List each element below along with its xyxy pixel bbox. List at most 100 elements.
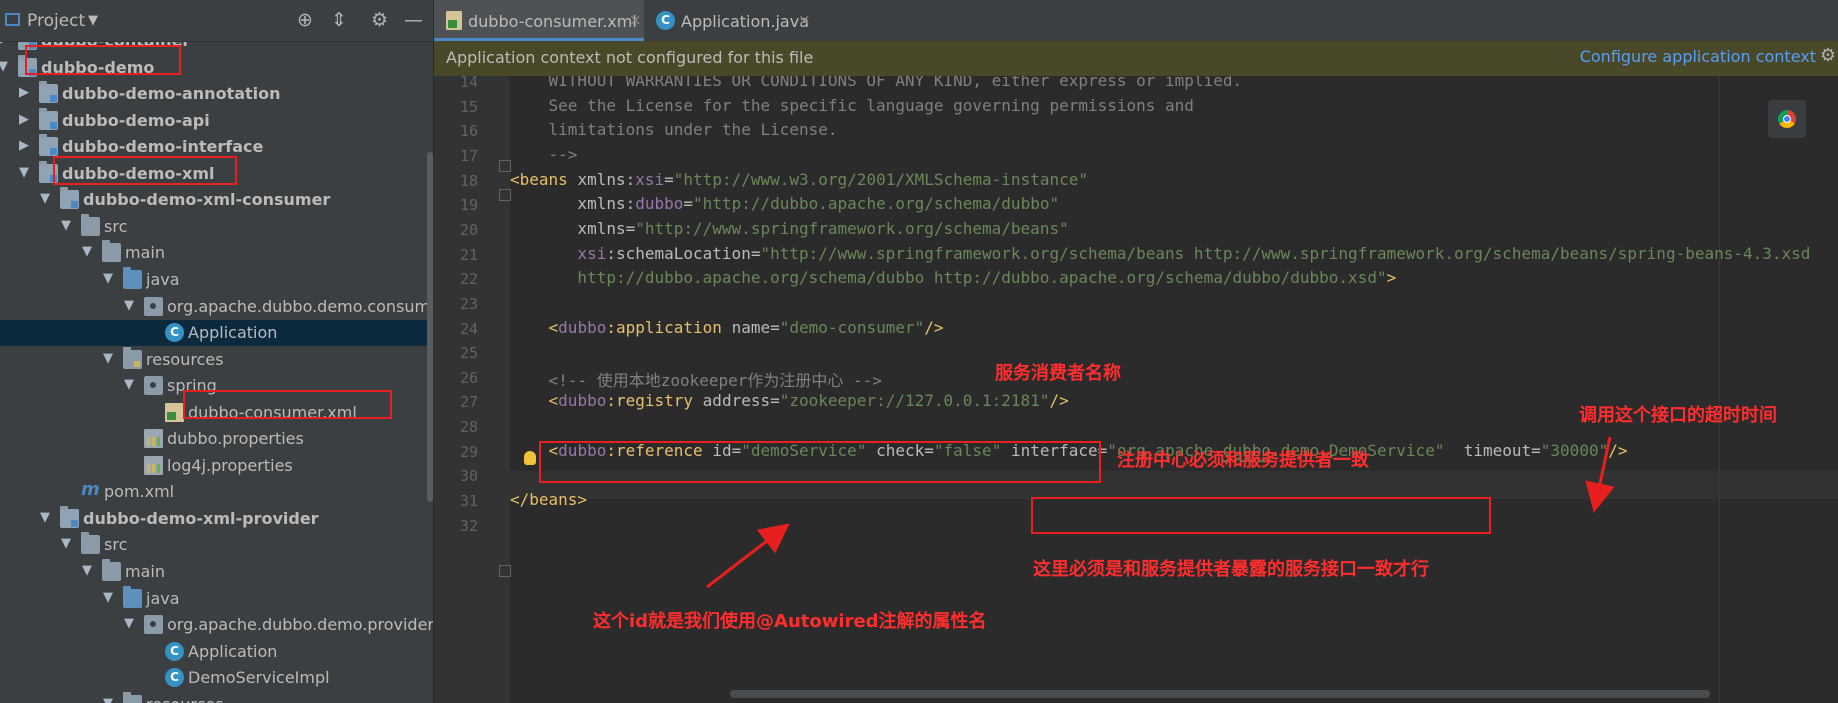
code-token: >: [1386, 268, 1397, 288]
tree-item[interactable]: ▼ resources: [0, 691, 433, 703]
tree-item[interactable]: ▼ resources: [0, 346, 433, 373]
tree-item[interactable]: ▼ dubbo-demo-xml-consumer: [0, 187, 433, 213]
chevron-down-icon[interactable]: ▼: [40, 510, 50, 525]
tree-item-label: resources: [146, 695, 224, 703]
tree-item[interactable]: ▼ main: [0, 240, 433, 266]
resources-folder-icon: [123, 691, 142, 703]
tree-item[interactable]: ▼ dubbo-demo-xml-provider: [0, 505, 433, 532]
chevron-down-icon[interactable]: ▼: [88, 13, 98, 28]
browser-preview-icon[interactable]: [1768, 100, 1806, 138]
code-token: :schemaLocation=: [606, 243, 761, 263]
highlight-box-interface: [1031, 497, 1491, 534]
code-line[interactable]: <dubbo:application name="demo-consumer"/…: [510, 318, 944, 346]
locate-icon[interactable]: ⊕: [297, 9, 313, 31]
chevron-down-icon[interactable]: ▼: [124, 616, 134, 631]
tree-item-label: src: [104, 216, 128, 236]
banner-message: Application context not configured for t…: [446, 48, 814, 67]
code-token: "http://www.springframework.org/schema/b…: [760, 243, 1811, 263]
package-icon: [144, 615, 163, 635]
line-number: 15: [459, 97, 478, 116]
code-token: />: [1608, 440, 1628, 460]
lightbulb-icon[interactable]: [524, 451, 536, 465]
tree-item[interactable]: ▼ src: [0, 532, 433, 558]
tree-item[interactable]: C DemoServiceImpl: [0, 665, 433, 691]
chevron-down-icon[interactable]: ▼: [82, 563, 92, 578]
chevron-right-icon[interactable]: ▶: [19, 112, 29, 127]
sidebar-scrollbar[interactable]: [427, 152, 433, 502]
tree-item-label: resources: [146, 349, 224, 369]
class-icon: C: [165, 323, 184, 343]
tree-item[interactable]: C Application: [0, 320, 433, 347]
gear-icon[interactable]: ⚙: [371, 9, 388, 31]
properties-file-icon: [144, 429, 163, 449]
chevron-down-icon[interactable]: ▼: [103, 696, 113, 703]
chevron-down-icon[interactable]: ▼: [103, 271, 113, 286]
tree-item[interactable]: dubbo.properties: [0, 426, 433, 452]
tree-item[interactable]: ▼ java: [0, 585, 433, 612]
tree-item-label: Application: [188, 323, 278, 343]
tree-item-label: Application: [188, 641, 278, 661]
chevron-down-icon[interactable]: ▼: [61, 536, 71, 551]
tree-item[interactable]: ▼ org.apache.dubbo.demo.provider: [0, 612, 433, 638]
chevron-down-icon[interactable]: ▼: [61, 218, 71, 233]
horizontal-scrollbar[interactable]: [730, 690, 1710, 698]
fold-marker-icon[interactable]: [499, 565, 511, 577]
code-token: "http://dubbo.apache.org/schema/dubbo": [693, 194, 1060, 214]
line-number: 20: [459, 220, 478, 239]
tree-item[interactable]: ▼ org.apache.dubbo.demo.consumer: [0, 294, 433, 320]
fold-marker-icon[interactable]: [499, 160, 511, 172]
chevron-down-icon[interactable]: ▼: [103, 351, 113, 366]
chevron-down-icon[interactable]: ▼: [82, 244, 92, 259]
chevron-down-icon[interactable]: ▼: [103, 590, 113, 605]
code-line[interactable]: </beans>: [510, 490, 587, 518]
code-token: limitations under the License.: [510, 120, 838, 140]
spring-xml-icon: [165, 402, 184, 422]
code-token: name=: [731, 317, 780, 337]
chevron-right-icon[interactable]: ▶: [19, 85, 29, 100]
tree-item-label: dubbo.properties: [167, 429, 304, 449]
code-line[interactable]: http://dubbo.apache.org/schema/dubbo htt…: [510, 268, 1396, 296]
line-number: 18: [459, 171, 478, 190]
hide-panel-icon[interactable]: —: [404, 9, 423, 31]
chevron-down-icon[interactable]: ▼: [124, 377, 134, 392]
gear-icon[interactable]: ⚙: [1820, 45, 1836, 66]
tree-item[interactable]: ▶ dubbo-demo-api: [0, 107, 433, 134]
annotation-consumer-name: 服务消费者名称: [995, 363, 1121, 384]
tab-label: Application.java: [681, 12, 810, 31]
code-token: />: [1049, 391, 1069, 411]
chevron-down-icon[interactable]: ▼: [124, 298, 134, 313]
highlight-box-registry: [539, 441, 1101, 483]
code-token: =: [664, 169, 674, 189]
properties-file-icon: [144, 455, 163, 475]
tree-item[interactable]: ▼ main: [0, 559, 433, 585]
tree-item[interactable]: log4j.properties: [0, 453, 433, 479]
tree-item[interactable]: m pom.xml: [0, 479, 433, 505]
tree-item[interactable]: ▼ java: [0, 266, 433, 293]
chevron-right-icon[interactable]: ▶: [19, 138, 29, 153]
chevron-down-icon[interactable]: ▼: [0, 59, 8, 74]
project-panel-header: Project ▼ ⊕ ⇕ ⚙ —: [0, 0, 433, 42]
tree-item[interactable]: C Application: [0, 639, 433, 665]
annotation-id: 这个id就是我们使用@Autowired注解的属性名: [593, 611, 987, 632]
close-icon[interactable]: ×: [629, 11, 642, 29]
tab-application-java[interactable]: C Application.java ×: [646, 0, 816, 41]
project-panel-title[interactable]: Project: [27, 11, 85, 31]
chevron-down-icon[interactable]: ▼: [40, 191, 50, 206]
tree-item[interactable]: ▶ dubbo-demo-annotation: [0, 81, 433, 107]
code-token: <!-- 使用本地zookeeper作为注册中心 -->: [510, 370, 882, 390]
module-folder-icon: [39, 81, 58, 104]
line-number: 28: [459, 418, 478, 437]
module-folder-icon: [39, 107, 58, 130]
project-icon: [5, 13, 20, 26]
tab-dubbo-consumer-xml[interactable]: dubbo-consumer.xml ×: [434, 0, 644, 41]
configure-context-link[interactable]: Configure application context: [1580, 47, 1816, 66]
code-token: "zookeeper://127.0.0.1:2181": [779, 391, 1050, 411]
tree-item[interactable]: ▼ src: [0, 213, 433, 240]
code-token: WITHOUT WARRANTIES OR CONDITIONS OF ANY …: [510, 76, 1243, 90]
code-line[interactable]: <dubbo:registry address="zookeeper://127…: [510, 391, 1069, 419]
collapse-all-icon[interactable]: ⇕: [331, 9, 347, 31]
close-icon[interactable]: ×: [798, 11, 811, 29]
chevron-down-icon[interactable]: ▼: [19, 165, 29, 180]
tree-item-label: dubbo-demo-xml-provider: [83, 508, 319, 528]
fold-marker-icon[interactable]: [499, 189, 511, 201]
